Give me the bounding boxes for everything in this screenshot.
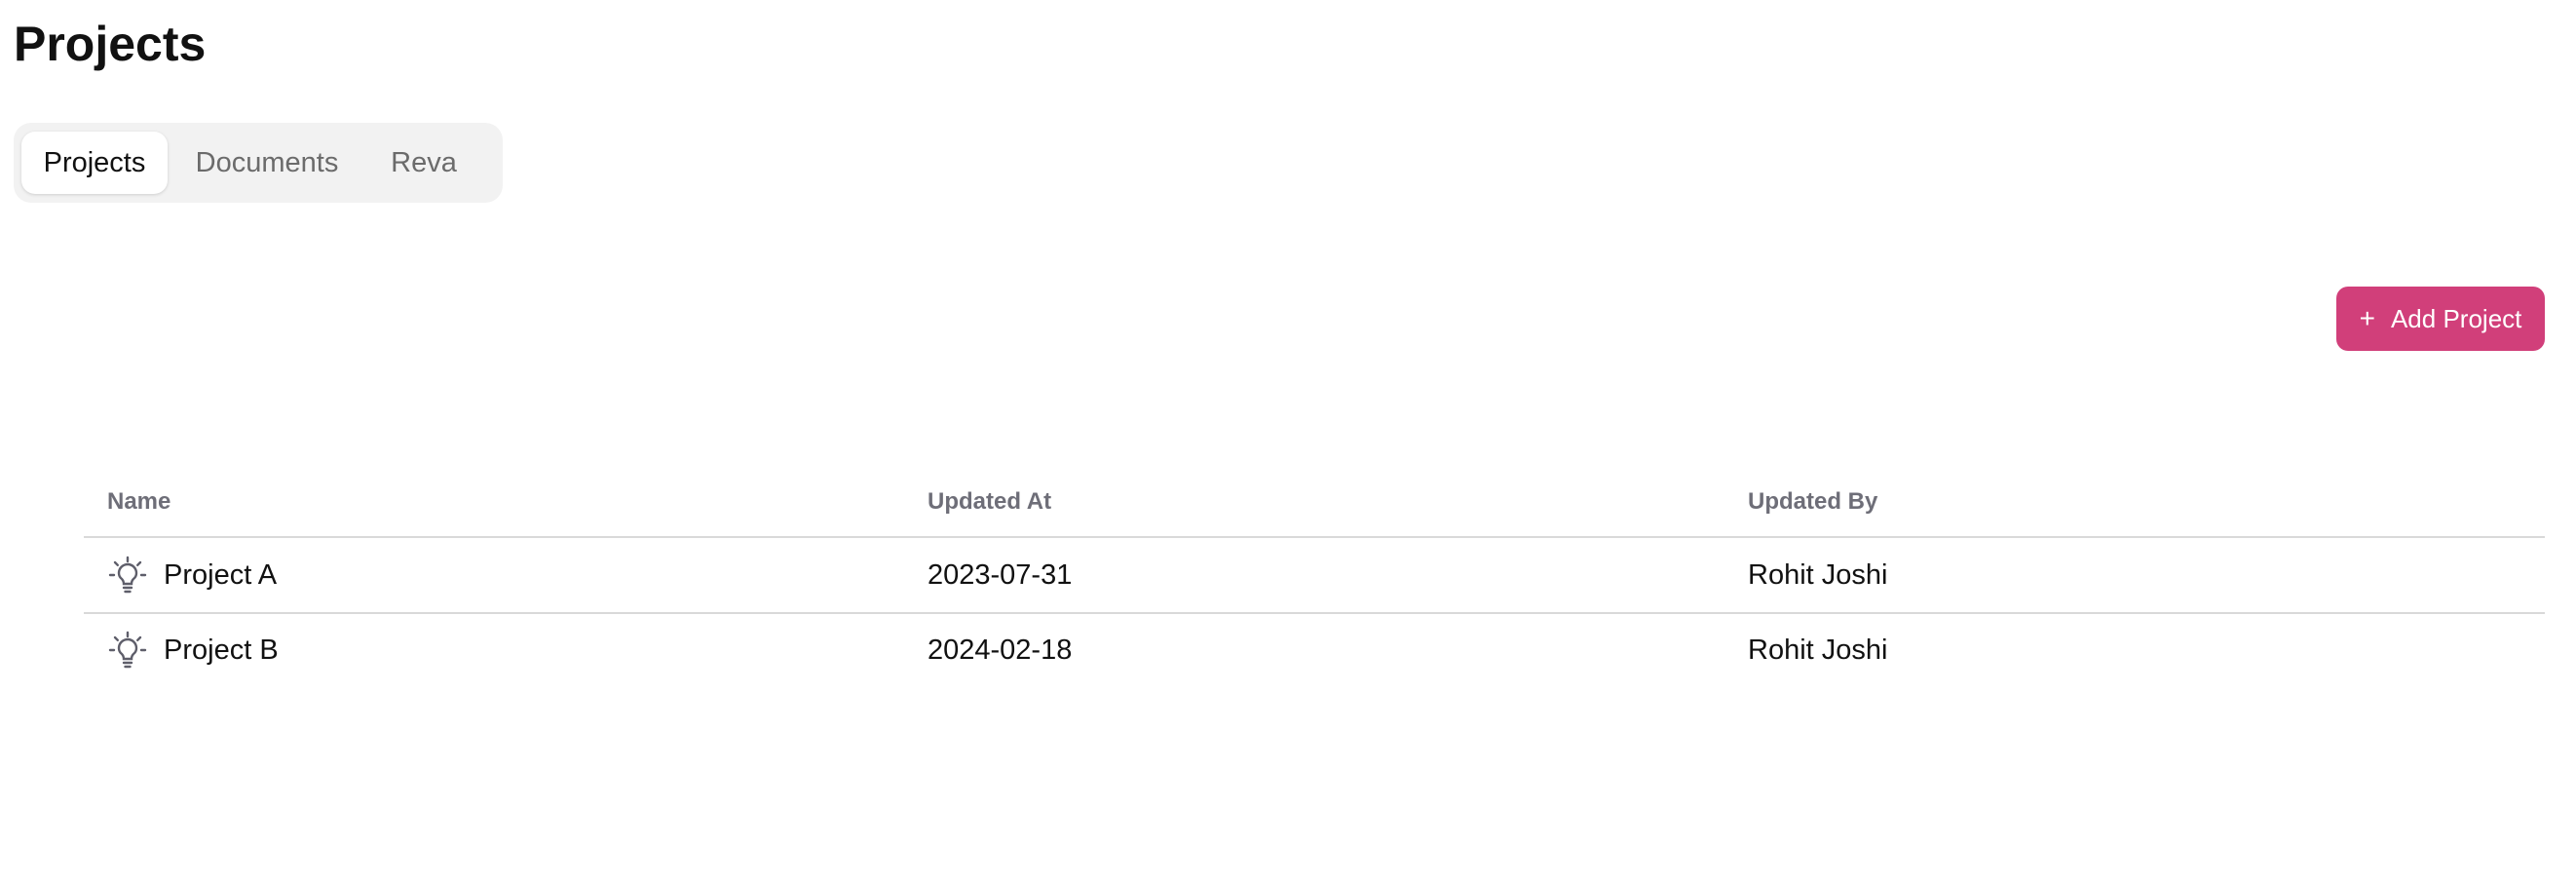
cell-updated-by: Rohit Joshi xyxy=(1748,634,1888,666)
project-name[interactable]: Project A xyxy=(164,559,277,592)
plus-icon: + xyxy=(2359,303,2375,333)
column-header-name[interactable]: Name xyxy=(84,488,904,516)
cell-name: Project A xyxy=(84,555,904,596)
tab-reva[interactable]: Reva xyxy=(366,132,481,194)
cell-updated-by: Rohit Joshi xyxy=(1748,558,1888,591)
column-header-updated-at[interactable]: Updated At xyxy=(904,488,1724,516)
table-row[interactable]: Project A 2023-07-31 Rohit Joshi xyxy=(84,538,2545,612)
project-name[interactable]: Project B xyxy=(164,635,279,667)
cell-name: Project B xyxy=(84,630,904,671)
projects-page: Projects Projects Documents Reva + Add P… xyxy=(0,0,2576,885)
projects-table: Name Updated At Updated By Project A 202… xyxy=(84,468,2545,686)
tab-documents[interactable]: Documents xyxy=(171,132,362,194)
cell-updated-at: 2024-02-18 xyxy=(928,634,1073,666)
table-row[interactable]: Project B 2024-02-18 Rohit Joshi xyxy=(84,612,2545,686)
add-project-button[interactable]: + Add Project xyxy=(2336,287,2545,351)
tab-bar: Projects Documents Reva xyxy=(14,123,503,203)
add-project-label: Add Project xyxy=(2390,303,2522,333)
cell-updated-at: 2023-07-31 xyxy=(928,558,1073,591)
lightbulb-icon xyxy=(107,555,148,596)
tab-projects[interactable]: Projects xyxy=(21,132,168,194)
lightbulb-icon xyxy=(107,630,148,671)
column-header-updated-by[interactable]: Updated By xyxy=(1724,488,2545,516)
table-header: Name Updated At Updated By xyxy=(84,468,2545,538)
page-title: Projects xyxy=(14,17,207,71)
